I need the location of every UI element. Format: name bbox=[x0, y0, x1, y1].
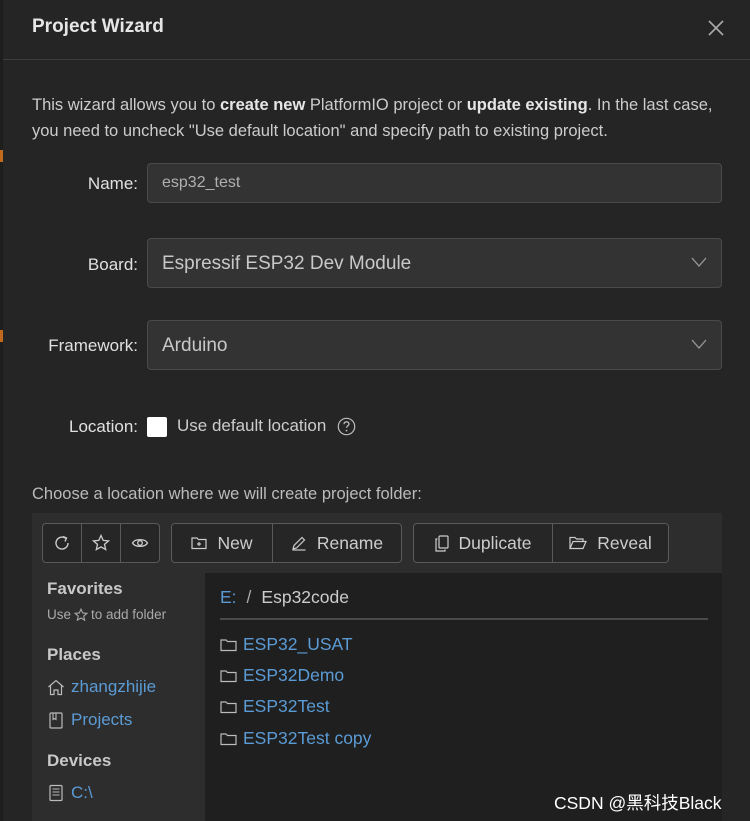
new-rename-group: New Rename bbox=[171, 523, 402, 563]
breadcrumb-current: Esp32code bbox=[261, 587, 349, 607]
favorite-button[interactable] bbox=[82, 524, 121, 562]
folder-icon bbox=[220, 700, 237, 713]
favorites-hint-suffix: to add folder bbox=[91, 607, 167, 622]
chevron-down-icon bbox=[691, 339, 707, 349]
new-folder-icon bbox=[191, 537, 208, 550]
home-icon bbox=[48, 679, 64, 695]
location-label: Location: bbox=[69, 417, 138, 436]
sidebar-item-label: C:\ bbox=[71, 783, 93, 802]
toggle-hidden-button[interactable] bbox=[121, 524, 159, 562]
folder-name: ESP32Test copy bbox=[243, 728, 372, 748]
location-prompt: Choose a location where we will create p… bbox=[32, 485, 422, 503]
board-select[interactable]: Espressif ESP32 Dev Module bbox=[147, 238, 722, 288]
folder-name: ESP32Demo bbox=[243, 665, 345, 685]
refresh-button[interactable] bbox=[43, 524, 82, 562]
refresh-icon bbox=[55, 535, 69, 550]
duplicate-button-label: Duplicate bbox=[458, 532, 532, 553]
project-name-input[interactable] bbox=[147, 163, 722, 203]
intro-text: This wizard allows you to create new Pla… bbox=[32, 92, 732, 144]
intro-text-part: PlatformIO project or bbox=[305, 96, 467, 114]
project-wizard-dialog: Project Wizard This wizard allows you to… bbox=[3, 0, 750, 821]
name-label: Name: bbox=[87, 174, 138, 193]
dialog-title-bar: Project Wizard bbox=[3, 0, 750, 60]
browser-sidebar: Favorites Use to add folder Places zhang… bbox=[32, 573, 205, 821]
breadcrumb-separator: / bbox=[246, 587, 252, 607]
framework-label: Framework: bbox=[48, 336, 138, 355]
icon-button-group bbox=[42, 523, 160, 563]
folder-icon bbox=[220, 638, 237, 651]
star-icon bbox=[92, 534, 110, 551]
breadcrumb-divider bbox=[220, 618, 708, 620]
book-icon bbox=[49, 711, 63, 729]
chevron-down-icon bbox=[691, 257, 707, 267]
reveal-button-label: Reveal bbox=[597, 532, 652, 553]
framework-select-value: Arduino bbox=[162, 335, 228, 356]
folder-icon bbox=[220, 732, 237, 745]
sidebar-item-home[interactable]: zhangzhijie bbox=[47, 677, 156, 697]
list-item[interactable]: ESP32_USAT bbox=[220, 634, 353, 655]
eye-icon bbox=[131, 538, 149, 548]
star-icon bbox=[74, 607, 89, 621]
folder-name: ESP32_USAT bbox=[243, 634, 353, 654]
folder-name: ESP32Test bbox=[243, 696, 330, 716]
sidebar-item-projects[interactable]: Projects bbox=[47, 710, 132, 730]
favorites-hint: Use to add folder bbox=[47, 607, 166, 622]
folder-open-icon bbox=[569, 536, 588, 550]
board-label: Board: bbox=[87, 255, 138, 274]
use-default-location-label[interactable]: Use default location bbox=[177, 416, 326, 436]
places-heading: Places bbox=[47, 645, 101, 664]
pencil-icon bbox=[292, 536, 306, 551]
duplicate-reveal-group: Duplicate Reveal bbox=[413, 523, 669, 563]
breadcrumb-drive[interactable]: E: bbox=[220, 587, 237, 608]
favorites-heading: Favorites bbox=[47, 579, 123, 598]
folder-icon bbox=[220, 669, 237, 682]
rename-button[interactable]: Rename bbox=[273, 524, 401, 562]
sidebar-item-label: zhangzhijie bbox=[71, 677, 157, 696]
use-default-location-checkbox[interactable] bbox=[147, 417, 167, 437]
sidebar-item-label: Projects bbox=[71, 710, 133, 729]
list-item[interactable]: ESP32Test bbox=[220, 696, 330, 717]
devices-heading: Devices bbox=[47, 751, 112, 770]
new-button-label: New bbox=[217, 532, 253, 553]
intro-bold-update: update existing bbox=[466, 96, 588, 114]
rename-button-label: Rename bbox=[316, 532, 384, 553]
drive-icon bbox=[49, 784, 63, 802]
favorites-hint-prefix: Use bbox=[47, 607, 72, 622]
copy-icon bbox=[434, 534, 449, 552]
intro-bold-create: create new bbox=[220, 96, 306, 114]
help-icon[interactable] bbox=[337, 417, 356, 436]
framework-select[interactable]: Arduino bbox=[147, 320, 722, 370]
close-icon[interactable] bbox=[705, 17, 727, 39]
duplicate-button[interactable]: Duplicate bbox=[414, 524, 553, 562]
reveal-button[interactable]: Reveal bbox=[553, 524, 668, 562]
new-folder-button[interactable]: New bbox=[172, 524, 273, 562]
list-item[interactable]: ESP32Demo bbox=[220, 665, 344, 686]
board-select-value: Espressif ESP32 Dev Module bbox=[162, 253, 412, 274]
dialog-title: Project Wizard bbox=[32, 16, 164, 37]
watermark: CSDN @黑科技Black bbox=[554, 793, 722, 813]
list-item[interactable]: ESP32Test copy bbox=[220, 728, 371, 749]
breadcrumb: E: / Esp32code bbox=[220, 587, 349, 608]
folder-browser: New Rename Duplicate Reveal Favorites Us… bbox=[32, 513, 722, 821]
sidebar-item-drive-c[interactable]: C:\ bbox=[47, 783, 93, 803]
folder-listing: E: / Esp32code ESP32_USAT ESP32Demo ESP3… bbox=[205, 573, 722, 821]
browser-toolbar: New Rename Duplicate Reveal bbox=[32, 513, 722, 573]
intro-text-part: This wizard allows you to bbox=[32, 96, 220, 114]
